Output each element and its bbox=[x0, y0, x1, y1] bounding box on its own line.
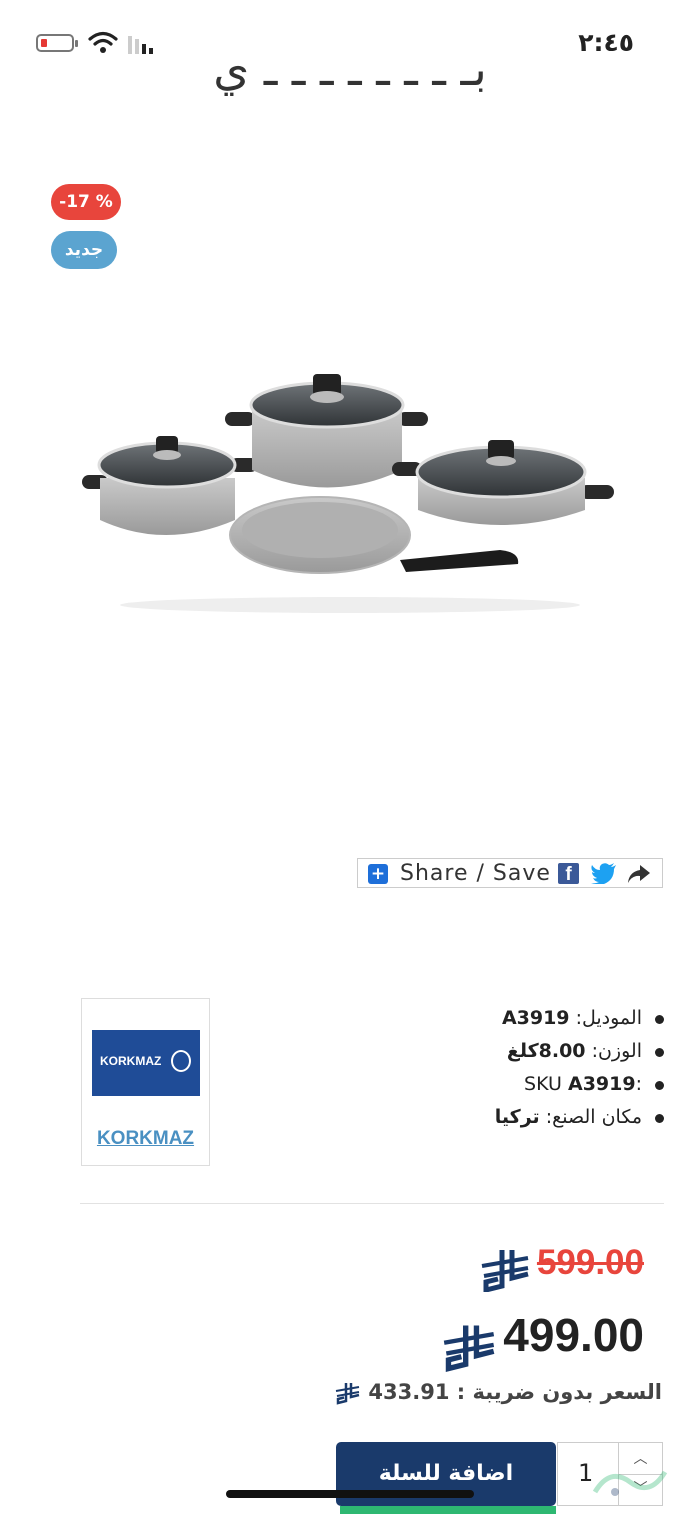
facebook-icon[interactable]: f bbox=[558, 863, 579, 885]
discount-badge: -17 % bbox=[51, 184, 121, 220]
spec-list: الموديل: A3919 الوزن: 8.00كلغ :SKU A3919… bbox=[284, 1002, 664, 1134]
old-price: 599.00 bbox=[480, 1243, 644, 1292]
home-indicator bbox=[226, 1490, 474, 1498]
brand-logo[interactable]: KORKMAZ bbox=[92, 1030, 200, 1096]
current-price: 499.00 bbox=[442, 1308, 644, 1373]
price-without-tax: السعر بدون ضريبة : 433.91 bbox=[335, 1380, 662, 1405]
no-tax-amount: 433.91 bbox=[368, 1380, 450, 1404]
no-tax-label: السعر بدون ضريبة : bbox=[456, 1380, 662, 1404]
forward-share-icon[interactable] bbox=[626, 863, 652, 885]
brand-link[interactable]: KORKMAZ bbox=[82, 1128, 209, 1150]
battery-icon bbox=[36, 34, 78, 52]
product-image[interactable] bbox=[70, 360, 630, 620]
share-save-bar[interactable]: + Share / Save f bbox=[357, 858, 663, 888]
buy-now-button[interactable] bbox=[340, 1506, 556, 1514]
wifi-icon bbox=[88, 31, 118, 53]
spec-model: الموديل: A3919 bbox=[284, 1002, 664, 1035]
riyal-icon bbox=[481, 1249, 529, 1292]
product-title: بـ ـ ـ ـ ـ ـ ـ ـ ي bbox=[213, 60, 487, 96]
riyal-icon bbox=[335, 1383, 360, 1405]
add-share-icon[interactable]: + bbox=[368, 864, 388, 884]
spec-origin: مكان الصنع: تركيا bbox=[284, 1101, 664, 1134]
clock: ٢:٤٥ bbox=[578, 28, 634, 57]
signal-icon bbox=[128, 36, 153, 54]
divider bbox=[80, 1203, 664, 1204]
spec-weight: الوزن: 8.00كلغ bbox=[284, 1035, 664, 1068]
brand-emblem-icon bbox=[171, 1050, 191, 1072]
brand-card[interactable]: KORKMAZ KORKMAZ bbox=[81, 998, 210, 1166]
spec-sku: :SKU A3919 bbox=[284, 1068, 664, 1101]
share-save-label[interactable]: Share / Save bbox=[400, 861, 551, 886]
watermark-logo bbox=[592, 1470, 668, 1496]
new-badge: جديد bbox=[51, 231, 117, 269]
twitter-icon[interactable] bbox=[591, 862, 617, 884]
riyal-icon bbox=[443, 1324, 495, 1372]
